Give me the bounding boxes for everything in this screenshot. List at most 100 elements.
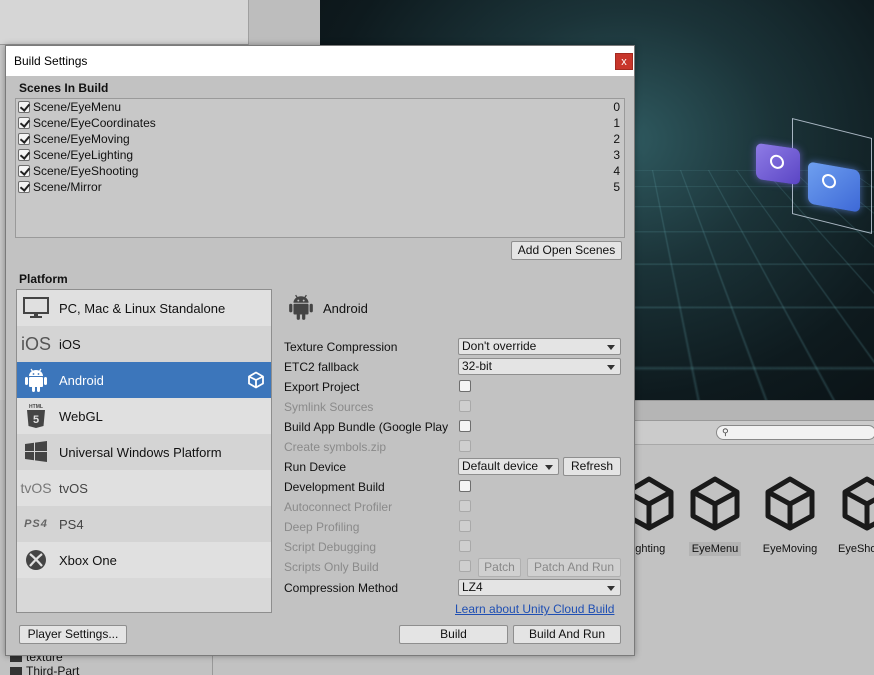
dropdown-arrow-icon (607, 365, 615, 370)
add-open-scenes-button[interactable]: Add Open Scenes (511, 241, 622, 260)
scene-checkbox[interactable] (18, 149, 30, 161)
asset-label: EyeMoving (762, 543, 818, 555)
scene-name: Scene/EyeShooting (33, 164, 139, 178)
build-app-bundle-checkbox[interactable] (459, 420, 471, 432)
development-build-label: Development Build (284, 480, 385, 494)
deep-profiling-label: Deep Profiling (284, 520, 360, 534)
refresh-button[interactable]: Refresh (563, 457, 621, 476)
build-and-run-button[interactable]: Build And Run (513, 625, 621, 644)
scene-checkbox[interactable] (18, 181, 30, 193)
scene-index: 4 (613, 164, 620, 178)
scene-row[interactable]: Scene/EyeCoordinates 1 (16, 115, 624, 131)
scene-row[interactable]: Scene/EyeShooting 4 (16, 163, 624, 179)
patch-and-run-button: Patch And Run (527, 558, 621, 577)
texture-compression-dropdown[interactable]: Don't override (458, 338, 621, 355)
scene-index: 3 (613, 148, 620, 162)
html5-icon: HTML 5 (21, 404, 51, 428)
compression-method-label: Compression Method (284, 581, 399, 595)
platform-name: Universal Windows Platform (59, 445, 222, 460)
build-button[interactable]: Build (399, 625, 508, 644)
asset-label: EyeSho (838, 543, 874, 555)
platform-item-webgl[interactable]: HTML 5 WebGL (17, 398, 271, 434)
autoconnect-profiler-label: Autoconnect Profiler (284, 500, 393, 514)
scene-checkbox[interactable] (18, 165, 30, 177)
scene-index: 2 (613, 132, 620, 146)
deep-profiling-checkbox (459, 520, 471, 532)
folder-item[interactable]: Third-Part (10, 664, 79, 675)
platform-item-standalone[interactable]: PC, Mac & Linux Standalone (17, 290, 271, 326)
close-icon: x (621, 56, 627, 68)
scene-name: Scene/Mirror (33, 180, 102, 194)
search-icon: ⚲ (722, 427, 729, 437)
unity-scene-icon (765, 476, 815, 531)
monitor-icon (21, 296, 51, 320)
platform-list: PC, Mac & Linux Standalone iOS iOS Andro… (16, 289, 272, 613)
scene-index: 5 (613, 180, 620, 194)
scripts-only-build-label: Scripts Only Build (284, 560, 379, 574)
platform-item-tvos[interactable]: tvOS tvOS (17, 470, 271, 506)
close-button[interactable]: x (615, 53, 633, 70)
scene-row[interactable]: Scene/EyeLighting 3 (16, 147, 624, 163)
scene-name: Scene/EyeMenu (33, 100, 122, 114)
export-project-checkbox[interactable] (459, 380, 471, 392)
scene-ui-panel-b (808, 161, 860, 213)
unity-cloud-build-link[interactable]: Learn about Unity Cloud Build (455, 602, 614, 616)
script-debugging-label: Script Debugging (284, 540, 377, 554)
scene-checkbox[interactable] (18, 117, 30, 129)
unity-active-platform-icon (248, 371, 264, 389)
build-settings-window: Build Settings x Scenes In Build Scene/E… (5, 45, 635, 656)
asset-item[interactable]: EyeMenu (675, 473, 755, 556)
scene-name: Scene/EyeCoordinates (33, 116, 156, 130)
platform-name: Xbox One (59, 553, 117, 568)
asset-item[interactable]: EyeSho (825, 473, 874, 556)
scene-row[interactable]: Scene/Mirror 5 (16, 179, 624, 195)
development-build-checkbox[interactable] (459, 480, 471, 492)
scene-index: 1 (613, 116, 620, 130)
asset-item[interactable]: EyeMoving (750, 473, 830, 556)
scenes-list[interactable]: Scene/EyeMenu 0 Scene/EyeCoordinates 1 S… (15, 98, 625, 238)
platform-name: PC, Mac & Linux Standalone (59, 301, 226, 316)
scripts-only-build-checkbox (459, 560, 471, 572)
platform-name: WebGL (59, 409, 103, 424)
platform-title: Android (323, 301, 368, 316)
player-settings-button[interactable]: Player Settings... (19, 625, 127, 644)
asset-label: ighting (632, 543, 666, 555)
platform-name: Android (59, 373, 104, 388)
window-title: Build Settings (14, 54, 88, 68)
texture-compression-label: Texture Compression (284, 340, 398, 354)
folder-icon (10, 667, 22, 675)
tvos-icon: tvOS (20, 480, 52, 496)
compression-method-dropdown[interactable]: LZ4 (458, 579, 621, 596)
script-debugging-checkbox (459, 540, 471, 552)
platform-name: PS4 (59, 517, 84, 532)
asset-label: EyeMenu (688, 542, 742, 556)
platform-item-android[interactable]: Android (17, 362, 271, 398)
scene-name: Scene/EyeMoving (33, 132, 130, 146)
etc2-fallback-label: ETC2 fallback (284, 360, 359, 374)
scene-checkbox[interactable] (18, 101, 30, 113)
scene-row[interactable]: Scene/EyeMoving 2 (16, 131, 624, 147)
symlink-sources-checkbox (459, 400, 471, 412)
scene-checkbox[interactable] (18, 133, 30, 145)
run-device-dropdown[interactable]: Default device (458, 458, 559, 475)
platform-item-ios[interactable]: iOS iOS (17, 326, 271, 362)
hierarchy-panel-top (0, 0, 320, 45)
android-icon (21, 368, 51, 392)
scene-index: 0 (613, 100, 620, 114)
svg-text:5: 5 (33, 414, 39, 426)
patch-button: Patch (478, 558, 521, 577)
platform-item-ps4[interactable]: PS4 PS4 (17, 506, 271, 542)
window-titlebar[interactable]: Build Settings x (6, 46, 634, 76)
dropdown-arrow-icon (607, 586, 615, 591)
platform-item-xbox[interactable]: Xbox One (17, 542, 271, 578)
xbox-icon (21, 548, 51, 572)
symlink-sources-label: Symlink Sources (284, 400, 374, 414)
unity-scene-icon (842, 476, 874, 531)
scene-row[interactable]: Scene/EyeMenu 0 (16, 99, 624, 115)
platform-name: tvOS (59, 481, 88, 496)
project-search-input[interactable]: ⚲ (716, 425, 874, 440)
platform-name: iOS (59, 337, 81, 352)
windows-icon (21, 440, 51, 464)
etc2-fallback-dropdown[interactable]: 32-bit (458, 358, 621, 375)
platform-item-uwp[interactable]: Universal Windows Platform (17, 434, 271, 470)
